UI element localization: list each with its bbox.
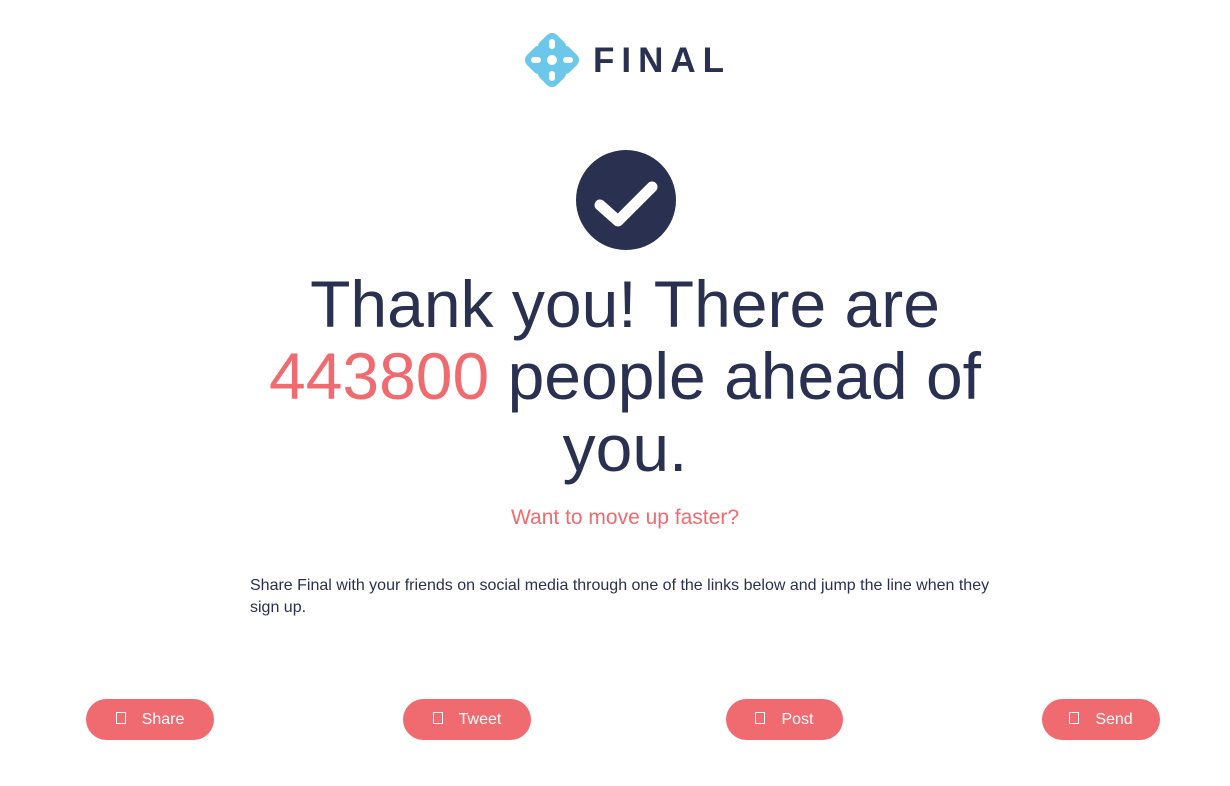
final-logo-icon <box>525 33 579 87</box>
send-button-label: Send <box>1095 710 1133 728</box>
linkedin-icon <box>755 711 766 724</box>
queue-count: 443800 <box>268 339 490 413</box>
email-icon <box>1069 711 1080 724</box>
share-button-label: Share <box>141 710 185 728</box>
share-button[interactable]: Share <box>86 699 214 740</box>
post-button[interactable]: Post <box>726 699 843 740</box>
checkmark-glyph <box>594 181 658 227</box>
headline-tail: people ahead of you. <box>489 339 982 485</box>
twitter-icon <box>432 711 443 724</box>
send-button[interactable]: Send <box>1042 699 1160 740</box>
brand-name: FINAL <box>593 40 732 80</box>
share-instructions: Share Final with your friends on social … <box>250 577 990 616</box>
tweet-button[interactable]: Tweet <box>403 699 531 740</box>
headline-lead: Thank you! There are <box>310 267 940 341</box>
subheading: Want to move up faster? <box>511 506 739 529</box>
page: FINAL Thank you! There are 443800 people… <box>0 0 1230 786</box>
post-button-label: Post <box>781 710 814 728</box>
checkmark-icon <box>576 150 676 250</box>
brand[interactable]: FINAL <box>525 32 731 88</box>
facebook-icon <box>115 711 126 724</box>
headline: Thank you! There are 443800 people ahead… <box>215 268 1035 484</box>
tweet-button-label: Tweet <box>458 710 502 728</box>
